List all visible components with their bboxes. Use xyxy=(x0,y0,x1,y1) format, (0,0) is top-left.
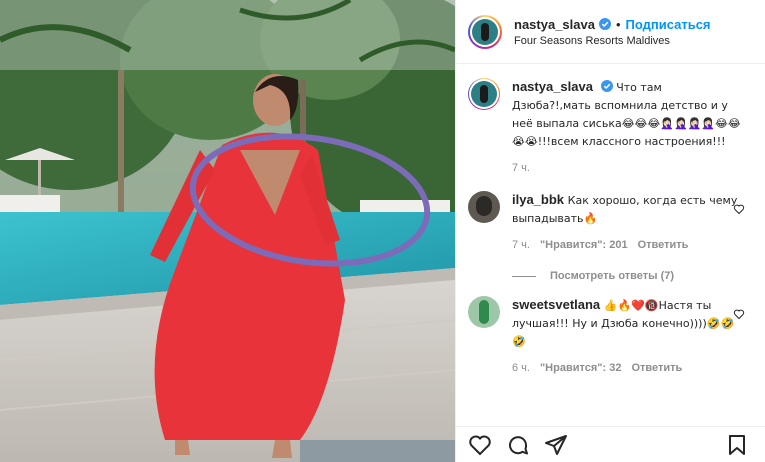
verified-icon xyxy=(600,80,613,92)
author-username[interactable]: nastya_slava xyxy=(514,17,595,32)
commenter-avatar[interactable] xyxy=(468,191,500,223)
post-video[interactable] xyxy=(0,0,455,462)
like-heart-icon[interactable] xyxy=(468,433,492,457)
comment-time[interactable]: 7 ч. xyxy=(512,237,530,254)
reply-button[interactable]: Ответить xyxy=(631,360,682,377)
view-replies-button[interactable]: Посмотреть ответы (7) xyxy=(512,270,753,282)
comments-list[interactable]: nastya_slava Что там Дзюба?!,мать вспомн… xyxy=(456,64,765,426)
comment-likes[interactable]: "Нравится": 201 xyxy=(540,237,628,254)
share-icon[interactable] xyxy=(544,433,568,457)
location-link[interactable]: Four Seasons Resorts Maldives xyxy=(514,35,711,47)
follow-button[interactable]: Подписаться xyxy=(626,17,711,32)
post-sidebar: nastya_slava • Подписаться Four Seasons … xyxy=(455,0,765,462)
caption-avatar[interactable] xyxy=(468,78,500,110)
verified-icon xyxy=(598,18,611,30)
post-header: nastya_slava • Подписаться Four Seasons … xyxy=(456,0,765,64)
author-avatar[interactable] xyxy=(468,14,502,49)
commenter-avatar[interactable] xyxy=(468,296,500,328)
comment-username[interactable]: ilya_bbk xyxy=(512,192,564,207)
action-bar xyxy=(456,426,765,462)
comment-row: ilya_bbk Как хорошо, когда есть чему вып… xyxy=(468,191,753,254)
comment-icon[interactable] xyxy=(506,433,530,457)
view-replies-label: Посмотреть ответы (7) xyxy=(550,270,675,282)
comment-username[interactable]: sweetsvetlana xyxy=(512,297,600,312)
comment-time[interactable]: 6 ч. xyxy=(512,360,530,377)
comment-likes[interactable]: "Нравится": 32 xyxy=(540,360,621,377)
reply-button[interactable]: Ответить xyxy=(638,237,689,254)
heart-icon[interactable] xyxy=(733,308,745,320)
video-frame-illustration xyxy=(0,0,455,462)
separator-dot: • xyxy=(615,16,621,32)
bookmark-icon[interactable] xyxy=(725,433,749,457)
comment-row: sweetsvetlana 👍🔥❤️🔞Настя ты лучшая!!! Ну… xyxy=(468,296,753,377)
caption-time[interactable]: 7 ч. xyxy=(512,160,530,177)
instagram-post-modal: nastya_slava • Подписаться Four Seasons … xyxy=(0,0,765,462)
caption: nastya_slava Что там Дзюба?!,мать вспомн… xyxy=(468,78,753,177)
heart-icon[interactable] xyxy=(733,203,745,215)
replies-line xyxy=(512,275,536,277)
caption-username[interactable]: nastya_slava xyxy=(512,79,593,94)
